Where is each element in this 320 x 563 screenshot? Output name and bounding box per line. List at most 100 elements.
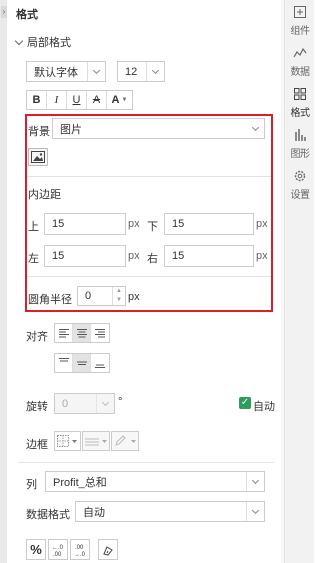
rotate-select[interactable]: 0	[54, 393, 115, 414]
padding-bottom-unit: px	[256, 218, 268, 230]
italic-button[interactable]: I	[47, 91, 67, 109]
image-upload-button[interactable]	[28, 148, 48, 166]
font-color-label: A	[111, 94, 120, 106]
align-middle-button[interactable]	[73, 354, 91, 372]
chevron-down-icon	[246, 502, 264, 521]
column-select[interactable]: Profit_总和	[45, 471, 265, 492]
underline-button[interactable]: U	[67, 91, 87, 109]
padding-right-label: 右	[147, 253, 158, 265]
decrease-decimal-button[interactable]: .00 →.0	[70, 539, 90, 560]
chevron-down-icon	[96, 394, 114, 413]
radius-stepper[interactable]: 0 ▲ ▼	[77, 286, 126, 306]
bold-button[interactable]: B	[27, 91, 47, 109]
padding-top-unit: px	[128, 218, 140, 230]
svg-text:.00: .00	[53, 552, 62, 557]
svg-text:.00: .00	[75, 545, 84, 551]
align-bottom-button[interactable]	[91, 354, 109, 372]
format-painter-button[interactable]	[98, 539, 118, 560]
data-format-select[interactable]: 自动	[75, 501, 265, 522]
font-color-button[interactable]: A ▼	[107, 91, 132, 109]
rotate-unit: °	[118, 396, 123, 408]
font-family-value: 默认字体	[34, 66, 78, 79]
border-color-button[interactable]	[111, 431, 139, 451]
horizontal-align-group	[54, 323, 110, 343]
align-center-button[interactable]	[73, 324, 91, 342]
nav-item-data[interactable]: 数据	[285, 45, 315, 78]
format-panel: 格式 局部格式 默认字体 12 B I U A A ▼ 背景 图片 内边距 上 …	[7, 0, 281, 563]
padding-right-input[interactable]: 15	[164, 245, 254, 267]
padding-top-input[interactable]: 15	[44, 213, 126, 235]
increment-icon[interactable]: ▲	[113, 287, 125, 296]
border-label: 边框	[26, 439, 48, 451]
rotate-label: 旋转	[26, 401, 48, 413]
border-line-button[interactable]	[82, 431, 110, 451]
section-local-format[interactable]: 局部格式	[14, 34, 71, 50]
stepper-arrows: ▲ ▼	[112, 287, 125, 305]
nav-label: 组件	[290, 26, 311, 37]
background-select[interactable]: 图片	[52, 118, 265, 139]
padding-left-input[interactable]: 15	[44, 245, 126, 267]
component-icon	[294, 6, 306, 18]
align-left-button[interactable]	[55, 324, 73, 342]
percent-icon: %	[30, 542, 42, 557]
percent-button[interactable]: %	[26, 539, 46, 560]
divider	[18, 462, 274, 463]
align-right-button[interactable]	[91, 324, 109, 342]
border-grid-icon	[56, 435, 77, 447]
data-icon	[293, 47, 307, 58]
radius-label: 圆角半径	[28, 294, 72, 306]
right-nav: 组件 数据 格式 图形 设置	[284, 0, 314, 563]
chevron-down-icon	[14, 36, 24, 45]
text-format-toolbar: B I U A A ▼	[26, 90, 133, 110]
image-icon	[31, 151, 45, 163]
svg-text:→.0: →.0	[74, 552, 86, 557]
nav-item-format[interactable]: 格式	[285, 86, 315, 119]
padding-bottom-label: 下	[147, 221, 158, 233]
divider	[27, 176, 271, 177]
data-format-label: 数据格式	[26, 509, 70, 521]
chevron-down-icon	[246, 119, 264, 138]
section-title: 局部格式	[27, 37, 71, 49]
font-size-select[interactable]: 12	[117, 61, 165, 82]
radius-value: 0	[85, 290, 92, 302]
font-family-select[interactable]: 默认字体	[26, 61, 106, 82]
chevron-down-icon	[246, 472, 264, 491]
strikethrough-button[interactable]: A	[87, 91, 107, 109]
increase-decimal-icon: ←.0 .00	[52, 545, 64, 557]
radius-unit: px	[128, 291, 140, 303]
column-value: Profit_总和	[53, 476, 107, 489]
auto-checkbox[interactable]: ✓	[239, 397, 251, 409]
padding-title: 内边距	[28, 189, 61, 201]
align-right-icon	[95, 329, 105, 338]
column-label: 列	[26, 479, 37, 491]
padding-bottom-input[interactable]: 15	[164, 213, 254, 235]
align-center-icon	[76, 329, 87, 338]
background-value: 图片	[60, 123, 82, 136]
nav-item-settings[interactable]: 设置	[285, 168, 315, 201]
divider	[27, 276, 271, 277]
svg-text:←.0: ←.0	[52, 545, 64, 551]
brush-icon	[103, 545, 113, 556]
nav-label: 图形	[290, 149, 311, 160]
padding-left-unit: px	[128, 250, 140, 262]
chevron-down-icon	[146, 62, 164, 81]
panel-collapse-strip[interactable]: ›	[0, 0, 7, 563]
pen-icon	[115, 435, 136, 446]
align-left-icon	[58, 329, 69, 338]
decrement-icon[interactable]: ▼	[113, 296, 125, 305]
align-top-icon	[58, 358, 69, 362]
nav-item-chart[interactable]: 图形	[285, 127, 315, 160]
caret-down-icon: ▼	[121, 97, 128, 103]
align-label: 对齐	[26, 331, 48, 343]
auto-label: 自动	[253, 401, 275, 413]
border-style-button[interactable]	[54, 431, 81, 451]
nav-label: 设置	[290, 190, 311, 201]
background-label: 背景	[28, 126, 50, 138]
increase-decimal-button[interactable]: ←.0 .00	[48, 539, 68, 560]
font-size-value: 12	[125, 65, 138, 78]
align-bottom-icon	[95, 364, 105, 368]
align-top-button[interactable]	[55, 354, 73, 372]
nav-item-component[interactable]: 组件	[285, 4, 315, 37]
settings-icon	[294, 170, 306, 182]
nav-label: 格式	[290, 108, 311, 119]
